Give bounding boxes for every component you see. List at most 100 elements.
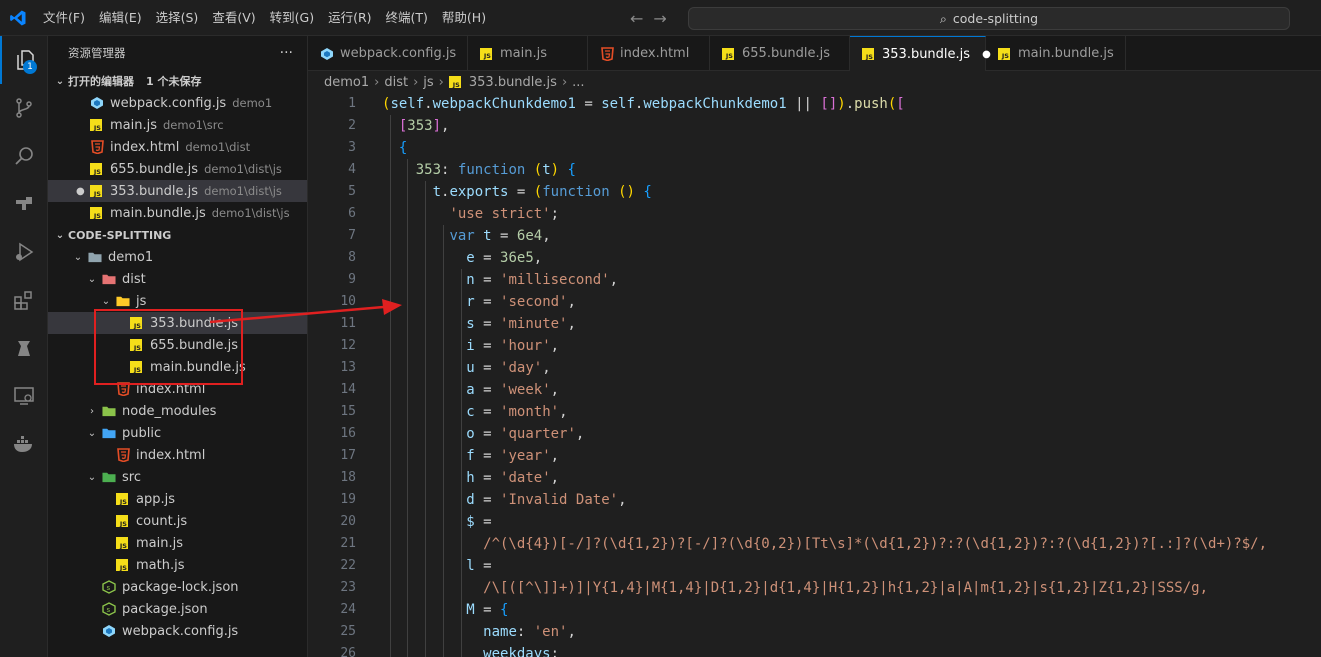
back-arrow-icon[interactable]: ← (630, 9, 643, 28)
chevron-right-icon: › (374, 74, 380, 90)
code-area[interactable]: (self.webpackChunkdemo1 = self.webpackCh… (382, 93, 1321, 657)
folder-icon (102, 426, 116, 440)
menu-run[interactable]: 运行(R) (321, 0, 378, 36)
editor-tab[interactable]: JS main.bundle.js (986, 36, 1126, 71)
more-actions-button[interactable]: ··· (280, 45, 293, 61)
code-line: o = 'quarter', (466, 426, 585, 442)
run-debug-activity[interactable] (0, 228, 48, 276)
code-line: f = 'year', (466, 448, 560, 464)
code-line: e = 36e5, (466, 250, 543, 266)
editor-tab[interactable]: JS 655.bundle.js (710, 36, 850, 71)
editor-tab[interactable]: index.html (588, 36, 710, 71)
tree-file[interactable]: JS app.js (48, 488, 307, 510)
project-section[interactable]: ⌄ CODE-SPLITTING (48, 224, 307, 246)
run-debug-icon (16, 242, 34, 262)
activity-bar: 1 (0, 36, 48, 657)
breadcrumb-js[interactable]: js (423, 75, 433, 90)
js-file-icon: JS (448, 76, 461, 88)
extensions-activity[interactable] (0, 276, 48, 324)
editor-tab[interactable]: webpack.config.js (308, 36, 468, 71)
breadcrumb-file[interactable]: 353.bundle.js (469, 75, 557, 90)
open-editor-item[interactable]: JS 655.bundle.js demo1\dist\js (48, 158, 307, 180)
tree-file[interactable]: index.html (48, 444, 307, 466)
remote-explorer-activity[interactable] (0, 372, 48, 420)
tree-item-label: demo1 (108, 249, 154, 265)
chevron-down-icon: ⌄ (87, 427, 97, 439)
menu-view[interactable]: 查看(V) (205, 0, 262, 36)
open-editor-name: index.html (110, 139, 180, 155)
line-number: 22 (340, 558, 356, 573)
file-tree: ⌄ demo1 ⌄ dist ⌄ js JS 353.bundle.js JS 655.bundl… (48, 246, 307, 642)
menu-edit[interactable]: 编辑(E) (92, 0, 149, 36)
search-activity[interactable] (0, 132, 48, 180)
forward-arrow-icon[interactable]: → (653, 9, 666, 28)
docker-activity[interactable] (0, 420, 48, 468)
open-editor-item[interactable]: webpack.config.js demo1 (48, 92, 307, 114)
code-line: [353], (398, 118, 450, 134)
tree-file[interactable]: s package.json (48, 598, 307, 620)
explorer-title: 资源管理器 (68, 46, 126, 60)
unsaved-count: 1 个未保存 (146, 75, 202, 88)
command-center-label: code-splitting (952, 11, 1039, 26)
remote-activity[interactable] (0, 180, 48, 228)
line-number: 4 (348, 162, 356, 177)
chevron-down-icon: ⌄ (87, 471, 97, 483)
open-editors-section[interactable]: ⌄ 打开的编辑器 1 个未保存 (48, 70, 307, 92)
js-file-icon: JS (116, 559, 128, 571)
tree-file[interactable]: JS count.js (48, 510, 307, 532)
tree-folder[interactable]: ⌄ public (48, 422, 307, 444)
code-editor[interactable]: 1 2 3 4 5 6 7 8 9 10 11 12 13 14 15 16 17 18 19 20 21 22 23 24 2… (308, 93, 1321, 657)
js-file-icon: JS (90, 207, 102, 219)
open-editor-name: main.js (110, 117, 157, 133)
chevron-down-icon: ⌄ (55, 229, 65, 241)
tree-folder[interactable]: ⌄ demo1 (48, 246, 307, 268)
editor-tab[interactable]: JS main.js (468, 36, 588, 71)
menu-selection[interactable]: 选择(S) (149, 0, 206, 36)
remote-explorer-icon (14, 387, 34, 405)
js-file-icon: JS (722, 47, 734, 60)
menu-file[interactable]: 文件(F) (36, 0, 92, 36)
chevron-down-icon: ⌄ (73, 251, 83, 263)
js-file-icon: JS (90, 185, 102, 197)
code-line: n = 'millisecond', (466, 272, 619, 288)
editor-tab[interactable]: JS 353.bundle.js ● (850, 36, 991, 71)
tree-item-label: dist (122, 271, 146, 287)
open-editor-item[interactable]: ● JS 353.bundle.js demo1\dist\js (48, 180, 307, 202)
tree-folder[interactable]: ⌄ dist (48, 268, 307, 290)
project-label: CODE-SPLITTING (68, 228, 172, 242)
tree-folder[interactable]: › node_modules (48, 400, 307, 422)
menu-bar: 文件(F) 编辑(E) 选择(S) 查看(V) 转到(G) 运行(R) 终端(T… (36, 0, 493, 36)
command-center-search[interactable]: ⌕ code-splitting (688, 7, 1290, 30)
js-file-icon: JS (116, 515, 128, 527)
breadcrumb-symbols[interactable]: ... (572, 75, 584, 90)
search-icon: ⌕ (939, 10, 947, 26)
line-number-gutter: 1 2 3 4 5 6 7 8 9 10 11 12 13 14 15 16 17 18 19 20 21 22 23 24 2… (308, 93, 356, 657)
tree-file[interactable]: JS main.js (48, 532, 307, 554)
breadcrumb-dist[interactable]: dist (384, 75, 408, 90)
code-line: M = { (466, 602, 509, 618)
folder-icon (102, 470, 116, 484)
code-line: (self.webpackChunkdemo1 = self.webpackCh… (382, 96, 905, 112)
explorer-badge: 1 (23, 60, 37, 74)
folder-icon (102, 404, 116, 418)
menu-go[interactable]: 转到(G) (263, 0, 321, 36)
explorer-activity[interactable]: 1 (0, 36, 48, 84)
explorer-header: 资源管理器 ··· (48, 36, 307, 70)
menu-help[interactable]: 帮助(H) (435, 0, 493, 36)
code-line: r = 'second', (466, 294, 576, 310)
open-editor-item[interactable]: JS main.bundle.js demo1\dist\js (48, 202, 307, 224)
source-control-activity[interactable] (0, 84, 48, 132)
js-file-icon: JS (90, 163, 102, 175)
breadcrumb-demo1[interactable]: demo1 (324, 75, 369, 90)
tree-file[interactable]: webpack.config.js (48, 620, 307, 642)
menu-terminal[interactable]: 终端(T) (379, 0, 435, 36)
line-number: 11 (340, 316, 356, 331)
code-line: d = 'Invalid Date', (466, 492, 627, 508)
code-line: var t = 6e4, (449, 228, 551, 244)
test-activity[interactable] (0, 324, 48, 372)
open-editor-item[interactable]: JS main.js demo1\src (48, 114, 307, 136)
tree-file[interactable]: JS math.js (48, 554, 307, 576)
tree-folder[interactable]: ⌄ src (48, 466, 307, 488)
open-editor-item[interactable]: index.html demo1\dist (48, 136, 307, 158)
tree-file[interactable]: s package-lock.json (48, 576, 307, 598)
